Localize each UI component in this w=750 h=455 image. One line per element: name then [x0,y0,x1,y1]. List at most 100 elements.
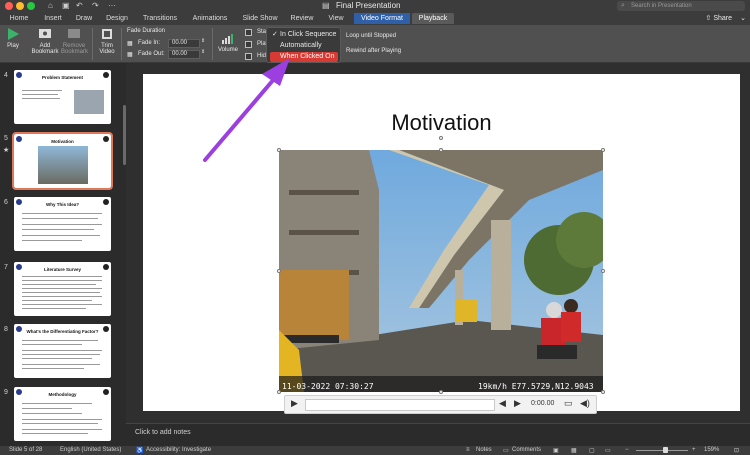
minimize-window-button[interactable] [16,2,24,10]
search-placeholder: Search in Presentation [631,3,692,9]
zoom-out-icon[interactable]: − [625,447,629,453]
text-line [22,288,102,289]
volume-icon [222,34,233,44]
close-window-button[interactable] [5,2,13,10]
captions-icon[interactable]: ▭ [564,398,573,409]
resize-handle[interactable] [601,148,605,152]
play-icon[interactable]: ▶ [291,398,298,409]
slide-thumbnail-7[interactable]: Literature Survey [14,262,111,316]
thumbnail-video [38,146,88,184]
tab-home[interactable]: Home [4,13,34,24]
text-line [22,340,98,341]
slide-number: 4 [4,72,8,79]
more-icon[interactable]: ··· [108,1,116,10]
zoom-slider-thumb[interactable] [663,447,668,453]
tab-insert[interactable]: Insert [38,13,68,24]
tab-draw[interactable]: Draw [71,13,97,24]
accessibility-status[interactable]: Accessibility: Investigate [146,447,211,453]
fade-in-field[interactable]: 00.00 [168,39,200,48]
text-line [22,276,102,277]
undo-icon[interactable]: ↶ [76,1,83,10]
text-line [22,90,62,91]
search-input[interactable]: ⌕ Search in Presentation [617,1,745,11]
notes-pane[interactable]: Click to add notes [126,423,750,445]
zoom-level[interactable]: 159% [704,447,719,453]
redo-icon[interactable]: ↷ [92,1,99,10]
tab-slide-show[interactable]: Slide Show [238,13,282,24]
volume-button[interactable]: Volume [216,31,240,53]
slide-thumbnail-4[interactable]: Problem Statement [14,70,111,124]
checkmark-icon: ✓ [272,31,278,38]
share-button[interactable]: ⇧ Share [706,13,733,24]
video-frame[interactable] [279,150,603,392]
menu-item-when-clicked-on[interactable]: When Clicked On [270,52,338,62]
tab-animations[interactable]: Animations [187,13,233,24]
tab-view[interactable]: View [322,13,350,24]
slide-thumbnails-panel: 4 Problem Statement 5 ★ Motivation 6 Why… [0,63,126,446]
remove-bookmark-button[interactable]: Remove Bookmark [61,27,89,55]
slide-thumbnail-9[interactable]: Methodology [14,387,111,441]
ribbon-tab-bar: Home Insert Draw Design Transitions Anim… [0,12,750,25]
search-icon: ⌕ [621,2,625,9]
menu-item-in-click-sequence[interactable]: ✓ In Click Sequence [270,30,338,40]
tab-playback[interactable]: Playback [412,13,454,24]
menu-item-label: When Clicked On [280,53,335,60]
play-full-screen-checkbox[interactable] [245,41,252,48]
tab-review[interactable]: Review [287,13,317,24]
resize-handle[interactable] [277,390,281,394]
zoom-slider[interactable] [636,450,688,451]
rotate-handle[interactable] [439,136,443,140]
language-status[interactable]: English (United States) [60,447,121,453]
comments-toggle[interactable]: Comments [512,447,541,453]
menu-item-automatically[interactable]: Automatically [270,41,338,51]
play-button[interactable]: Play [4,27,22,49]
slide-number: 7 [4,264,8,271]
remove-bookmark-label: Remove Bookmark [61,43,89,55]
slideshow-view-icon[interactable]: ▭ [605,447,611,454]
loop-until-stopped-label[interactable]: Loop until Stopped [346,33,396,39]
text-line [22,413,82,414]
resize-handle[interactable] [439,390,443,394]
resize-handle[interactable] [601,390,605,394]
reading-view-icon[interactable]: ▢ [589,447,595,454]
trim-video-button[interactable]: Trim Video [96,27,118,55]
save-icon[interactable]: ▣ [62,1,70,10]
fade-out-stepper[interactable]: ⇕ [201,49,205,55]
resize-handle[interactable] [277,148,281,152]
tab-transitions[interactable]: Transitions [138,13,182,24]
slide-thumbnail-8[interactable]: What's the Differentiating Factor? [14,324,111,378]
fade-out-field[interactable]: 00.00 [168,50,200,59]
zoom-in-icon[interactable]: + [692,447,696,453]
text-line [22,218,98,219]
video-progress-bar[interactable] [305,399,495,411]
thumbnail-title: Problem Statement [41,75,83,80]
playback-ribbon: Play Add Bookmark Remove Bookmark Trim V… [0,25,750,63]
hide-while-not-playing-checkbox[interactable] [245,53,252,60]
forward-icon[interactable]: ▶ [514,398,521,409]
slide-number: 6 [4,199,8,206]
zoom-window-button[interactable] [27,2,35,10]
chevron-down-icon[interactable]: ⌄ [740,13,746,24]
volume-icon[interactable]: ◀) [580,398,590,409]
resize-handle[interactable] [277,269,281,273]
fade-in-stepper[interactable]: ⇕ [201,38,205,44]
resize-handle[interactable] [601,269,605,273]
fit-to-window-icon[interactable]: ⊡ [734,447,739,454]
tab-design[interactable]: Design [101,13,133,24]
slide-sorter-icon[interactable]: ▦ [571,447,577,454]
tab-video-format[interactable]: Video Format [354,13,410,24]
slide-title[interactable]: Motivation [143,110,740,136]
slide-thumbnail-5[interactable]: Motivation [12,132,113,190]
home-icon[interactable]: ⌂ [48,1,53,10]
resize-handle[interactable] [439,148,443,152]
add-bookmark-button[interactable]: Add Bookmark [30,27,60,55]
rewind-after-playing-label[interactable]: Rewind after Playing [346,48,401,54]
text-line [22,344,82,345]
text-line [22,229,94,230]
rewind-icon[interactable]: ◀ [499,398,506,409]
menu-item-label: In Click Sequence [280,31,337,38]
play-label: Play [7,43,19,49]
normal-view-icon[interactable]: ▣ [553,447,559,454]
notes-toggle[interactable]: Notes [476,447,492,453]
slide-thumbnail-6[interactable]: Why This Idea? [14,197,111,251]
